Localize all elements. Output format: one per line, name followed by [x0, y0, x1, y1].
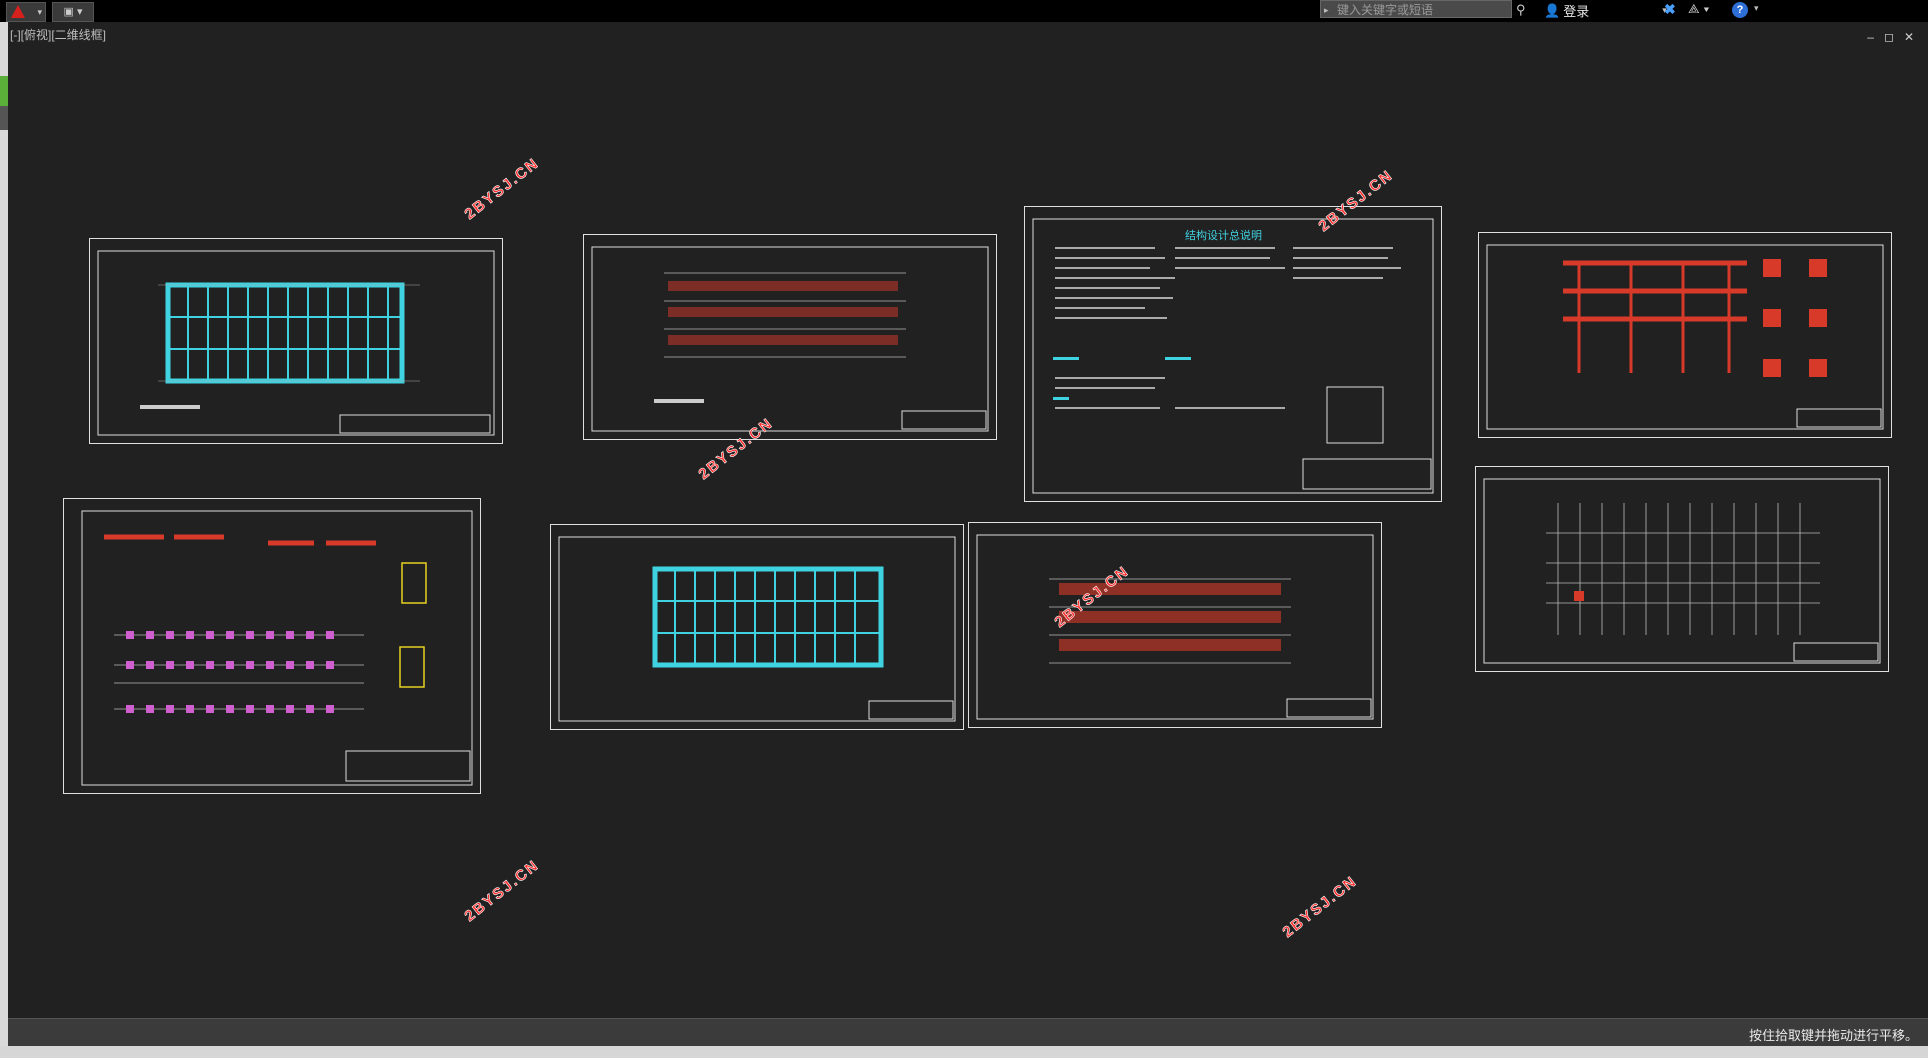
drawing-sheet[interactable] — [63, 498, 481, 794]
left-panel-rail — [0, 22, 8, 1058]
restore-button[interactable]: ◻ — [1884, 30, 1894, 44]
floor-plan-drawing — [558, 536, 956, 722]
chevron-down-icon[interactable]: ▾ — [1754, 3, 1759, 14]
help-icon[interactable]: ? — [1732, 2, 1748, 18]
watermark: 2BYSJ.CN — [1279, 872, 1361, 941]
bottom-strip — [0, 1046, 1928, 1058]
application-menu-button[interactable]: ▾ — [6, 2, 46, 22]
frame-elevation-drawing — [1486, 244, 1884, 430]
watermark: 2BYSJ.CN — [461, 154, 543, 223]
expand-arrow-icon[interactable]: ▸ — [1324, 1, 1329, 19]
close-button[interactable]: ✕ — [1904, 30, 1914, 44]
user-icon: 👤 — [1544, 2, 1561, 18]
save-icon[interactable]: ▣ — [64, 6, 74, 18]
foundation-plan-drawing — [81, 510, 473, 786]
sheet-title: 结构设计总说明 — [1185, 230, 1262, 242]
design-notes-drawing — [1032, 218, 1434, 494]
search-placeholder: 键入关键字或短语 — [1337, 3, 1434, 17]
chevron-down-icon: ▾ — [37, 7, 42, 17]
panel-tab[interactable] — [0, 106, 8, 130]
binoculars-icon[interactable]: ⚲ — [1516, 2, 1526, 18]
a360-icon[interactable]: ⟁ ▾ — [1688, 1, 1710, 17]
autocad-logo-icon — [11, 5, 25, 18]
beam-layout-drawing — [976, 534, 1374, 720]
drawing-sheet[interactable] — [89, 238, 503, 444]
minimize-button[interactable]: – — [1867, 30, 1874, 44]
drawing-sheet[interactable] — [583, 234, 997, 440]
watermark: 2BYSJ.CN — [461, 856, 543, 925]
title-bar: ▾ ▣ ▾ ▸ 键入关键字或短语 ⚲ 👤 登录 ▾ ✖ ⟁ ▾ ? ▾ — [0, 0, 1928, 22]
login-label: 登录 — [1563, 4, 1590, 19]
drawing-sheet[interactable] — [968, 522, 1382, 728]
viewport-controls-label[interactable]: [-][俯视][二维线框] — [10, 26, 106, 43]
floor-plan-drawing — [97, 250, 495, 436]
status-message: 按住拾取键并拖动进行平移。 — [1748, 1028, 1918, 1043]
search-input[interactable]: ▸ 键入关键字或短语 — [1320, 0, 1512, 18]
drawing-sheet[interactable] — [550, 524, 964, 730]
chevron-down-icon[interactable]: ▾ — [77, 6, 83, 18]
drawing-sheet[interactable] — [1475, 466, 1889, 672]
drawing-sheet[interactable] — [1478, 232, 1892, 438]
status-bar: 按住拾取键并拖动进行平移。 — [8, 1018, 1928, 1047]
exchange-apps-icon[interactable]: ✖ — [1664, 1, 1676, 18]
axis-grid-drawing — [1483, 478, 1881, 664]
sign-in-button[interactable]: 👤 登录 ▾ — [1544, 1, 1667, 20]
drawing-sheet[interactable]: 结构设计总说明 — [1024, 206, 1442, 502]
column-layout-drawing — [591, 246, 989, 432]
quick-access-toolbar[interactable]: ▣ ▾ — [52, 2, 94, 22]
panel-tab[interactable] — [0, 76, 8, 106]
drawing-window-controls: – ◻ ✕ — [1867, 30, 1914, 44]
